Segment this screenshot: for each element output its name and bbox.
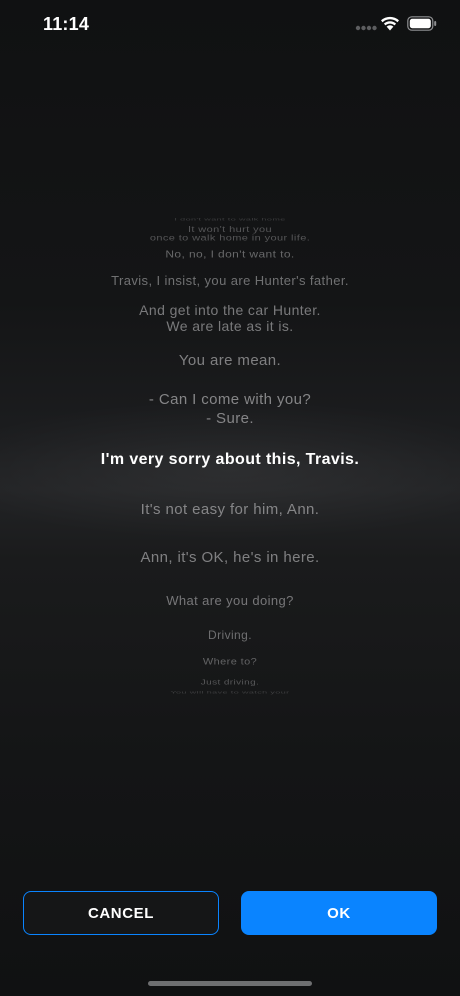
- status-bar: 11:14: [0, 0, 460, 52]
- signal-dots-icon: [355, 25, 377, 31]
- cancel-button[interactable]: CANCEL: [23, 891, 219, 935]
- subtitle-picker-wheel[interactable]: I don't want to walk home It won't hurt …: [0, 212, 460, 696]
- status-time: 11:14: [43, 14, 90, 34]
- subtitle-line[interactable]: No, no, I don't want to.: [0, 248, 460, 260]
- subtitle-picker-screen: 11:14 I don't want to walk home It won't…: [0, 0, 460, 996]
- ok-button[interactable]: OK: [241, 891, 437, 935]
- subtitle-line-selected[interactable]: I'm very sorry about this, Travis.: [0, 451, 460, 469]
- subtitle-line[interactable]: And get into the car Hunter. We are late…: [0, 302, 460, 334]
- subtitle-line[interactable]: Travis, I insist, you are Hunter's fathe…: [0, 273, 460, 288]
- subtitle-line[interactable]: It's not easy for him, Ann.: [0, 501, 460, 518]
- subtitle-line[interactable]: - Can I come with you? - Sure.: [0, 390, 460, 428]
- battery-icon: [407, 16, 437, 31]
- wifi-icon: [381, 16, 399, 31]
- subtitle-line[interactable]: Ann, it's OK, he's in here.: [0, 549, 460, 566]
- subtitle-line[interactable]: You are mean.: [0, 352, 460, 369]
- home-indicator[interactable]: [148, 981, 312, 986]
- subtitle-line[interactable]: Just driving.: [0, 679, 460, 687]
- subtitle-line[interactable]: I don't want to walk home: [0, 217, 460, 222]
- subtitle-line[interactable]: It won't hurt you once to walk home in y…: [0, 225, 460, 242]
- subtitle-line[interactable]: Driving.: [0, 628, 460, 642]
- subtitle-line[interactable]: You will have to watch your: [0, 690, 460, 695]
- subtitle-line[interactable]: What are you doing?: [0, 593, 460, 608]
- subtitle-line[interactable]: Where to?: [0, 657, 460, 667]
